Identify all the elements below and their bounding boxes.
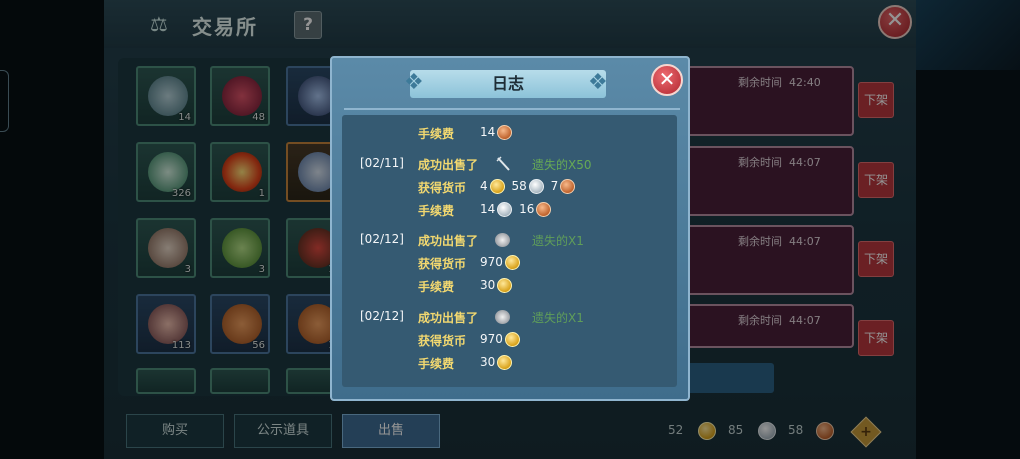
earned-copper: 7 <box>550 179 559 193</box>
silver-coin-icon <box>528 179 544 194</box>
log-earned-row: 获得货币 970 <box>342 332 677 352</box>
earned-label: 获得货币 <box>418 257 467 271</box>
orb-item-icon <box>495 233 510 247</box>
log-fee-row: 手续费 14 16 <box>342 202 677 222</box>
log-list[interactable]: 手续费 14 [02/11] 成功出售了 遗失的X50 获得货币 4 58 7 … <box>342 115 677 387</box>
earned-label: 获得货币 <box>418 334 467 348</box>
fee-silver: 14 <box>480 202 496 216</box>
copper-coin-icon <box>560 179 576 194</box>
log-action: 成功出售了 <box>418 311 479 325</box>
log-item-name: 遗失的X1 <box>532 311 584 325</box>
log-earned-row: 获得货币 4 58 7 <box>342 179 677 199</box>
fee-label: 手续费 <box>418 357 455 371</box>
log-date: [02/12] <box>360 309 404 323</box>
log-item-name: 遗失的X1 <box>532 234 584 248</box>
earned-gold: 970 <box>480 332 503 346</box>
fork-item-icon <box>495 156 513 172</box>
right-letterbox <box>916 0 1020 459</box>
log-date: [02/12] <box>360 232 404 246</box>
log-date: [02/11] <box>360 156 404 170</box>
close-dialog-button[interactable]: ✕ <box>651 64 683 96</box>
log-action: 成功出售了 <box>418 234 479 248</box>
dialog-divider <box>344 108 680 110</box>
log-sale-row: [02/12] 成功出售了 遗失的X1 <box>342 232 677 252</box>
log-item-name: 遗失的X50 <box>532 158 592 172</box>
dialog-title: 日志 <box>491 74 524 93</box>
silver-coin-icon <box>497 202 513 217</box>
log-earned-row: 获得货币 970 <box>342 255 677 275</box>
earned-label: 获得货币 <box>418 181 467 195</box>
gold-coin-icon <box>497 278 513 293</box>
log-fee-row: 手续费 30 <box>342 278 677 298</box>
gold-coin-icon <box>504 332 520 347</box>
log-sale-row: [02/12] 成功出售了 遗失的X1 <box>342 309 677 329</box>
system-back-tab[interactable] <box>0 70 9 132</box>
log-sale-row: [02/11] 成功出售了 遗失的X50 <box>342 156 677 176</box>
log-action: 成功出售了 <box>418 158 479 172</box>
gold-coin-icon <box>489 179 505 194</box>
log-fee-row: 手续费 14 <box>342 125 677 145</box>
fee-gold: 30 <box>480 355 496 369</box>
fee-label: 手续费 <box>418 127 455 141</box>
left-letterbox <box>0 0 104 459</box>
gold-coin-icon <box>504 255 520 270</box>
copper-coin-icon <box>536 202 552 217</box>
copper-coin-icon <box>497 125 513 140</box>
game-screen: ⚖ 交易所 ? ✕ 14 48 326 1 3 3 12 113 56 12 剩… <box>0 0 1020 459</box>
earned-silver: 58 <box>511 179 527 193</box>
fee-label: 手续费 <box>418 204 455 218</box>
fee-label: 手续费 <box>418 280 455 294</box>
earned-gold: 4 <box>480 179 488 193</box>
gold-coin-icon <box>497 355 513 370</box>
orb-item-icon <box>495 310 510 324</box>
fee-copper: 16 <box>519 202 535 216</box>
fee-gold: 30 <box>480 278 496 292</box>
fee-value: 14 <box>480 125 496 139</box>
earned-gold: 970 <box>480 255 503 269</box>
log-fee-row: 手续费 30 <box>342 355 677 375</box>
